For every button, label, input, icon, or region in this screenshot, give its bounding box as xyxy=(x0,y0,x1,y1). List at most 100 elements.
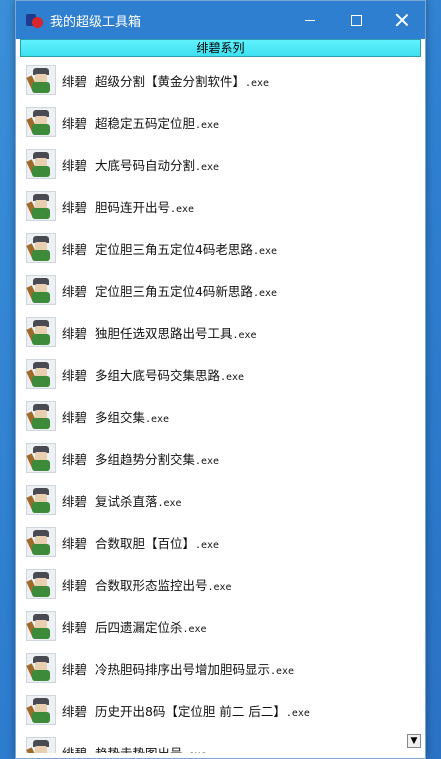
list-item[interactable]: 绯碧 复试杀直落.exe xyxy=(20,479,421,521)
item-prefix: 绯碧 xyxy=(62,367,88,383)
item-prefix: 绯碧 xyxy=(62,661,88,677)
program-icon xyxy=(26,233,56,263)
program-icon xyxy=(26,569,56,599)
program-icon xyxy=(26,317,56,347)
item-name: 大底号码自动分割 xyxy=(94,157,195,173)
list-item[interactable]: 绯碧 历史开出8码【定位胆 前二 后二】.exe xyxy=(20,689,421,731)
item-ext: .exe xyxy=(232,329,257,341)
item-ext: .exe xyxy=(252,245,278,257)
list-item[interactable]: 绯碧 趋势走势图出号.exe xyxy=(20,731,421,753)
program-icon xyxy=(26,107,56,137)
item-prefix: 绯碧 xyxy=(62,535,88,551)
item-prefix: 绯碧 xyxy=(62,157,88,173)
item-ext: .exe xyxy=(194,539,220,551)
item-ext: .exe xyxy=(207,581,232,593)
item-ext: .exe xyxy=(182,623,207,635)
item-name: 合数取胆【百位】 xyxy=(94,535,195,551)
minimize-icon xyxy=(305,19,315,21)
item-ext: .exe xyxy=(285,707,310,719)
item-name: 历史开出8码【定位胆 前二 后二】 xyxy=(94,703,286,719)
list-item[interactable]: 绯碧 大底号码自动分割.exe xyxy=(20,143,421,185)
list-item[interactable]: 绯碧 多组趋势分割交集.exe xyxy=(20,437,421,479)
item-prefix: 绯碧 xyxy=(62,325,88,341)
tab-feibi-series[interactable]: 绯碧系列 xyxy=(20,39,421,57)
list-item[interactable]: 绯碧 超级分割【黄金分割软件】.exe xyxy=(20,59,421,101)
title-bar[interactable]: 我的超级工具箱 xyxy=(16,1,425,39)
chevron-down-icon: ▼ xyxy=(410,736,418,746)
list-item[interactable]: 绯碧 冷热胆码排序出号增加胆码显示.exe xyxy=(20,647,421,689)
list-item-label: 绯碧 独胆任选双思路出号工具.exe xyxy=(62,323,257,342)
item-name: 胆码连开出号 xyxy=(94,199,170,215)
item-ext: .exe xyxy=(169,203,195,215)
list-item-label: 绯碧 超稳定五码定位胆.exe xyxy=(62,113,219,132)
minimize-button[interactable] xyxy=(287,1,333,39)
list-item-label: 绯碧 合数取形态监控出号.exe xyxy=(62,575,232,594)
item-name: 多组交集 xyxy=(94,409,145,425)
list-item[interactable]: 绯碧 多组交集.exe xyxy=(20,395,421,437)
list-item[interactable]: 绯碧 合数取胆【百位】.exe xyxy=(20,521,421,563)
item-ext: .exe xyxy=(252,287,278,299)
program-icon xyxy=(26,149,56,179)
item-name: 复试杀直落 xyxy=(94,493,158,509)
item-name: 超级分割【黄金分割软件】 xyxy=(94,73,245,89)
item-name: 多组大底号码交集思路 xyxy=(94,367,220,383)
list-item-label: 绯碧 定位胆三角五定位4码新思路.exe xyxy=(62,281,277,300)
list-item-label: 绯碧 多组趋势分割交集.exe xyxy=(62,449,219,468)
list-item-label: 绯碧 冷热胆码排序出号增加胆码显示.exe xyxy=(62,659,294,678)
item-ext: .exe xyxy=(157,497,182,509)
scroll-down-button[interactable]: ▼ xyxy=(407,734,421,748)
list-item[interactable]: 绯碧 超稳定五码定位胆.exe xyxy=(20,101,421,143)
maximize-icon xyxy=(350,14,362,26)
item-prefix: 绯碧 xyxy=(62,451,88,467)
list-item[interactable]: 绯碧 定位胆三角五定位4码新思路.exe xyxy=(20,269,421,311)
item-name: 独胆任选双思路出号工具 xyxy=(94,325,233,341)
program-icon xyxy=(26,65,56,95)
item-prefix: 绯碧 xyxy=(62,73,88,89)
list-item[interactable]: 绯碧 胆码连开出号.exe xyxy=(20,185,421,227)
window-title: 我的超级工具箱 xyxy=(50,14,142,30)
item-name: 后四遗漏定位杀 xyxy=(94,619,183,635)
program-icon xyxy=(26,359,56,389)
list-item[interactable]: 绯碧 定位胆三角五定位4码老思路.exe xyxy=(20,227,421,269)
maximize-button[interactable] xyxy=(333,1,379,39)
item-name: 超稳定五码定位胆 xyxy=(94,115,195,131)
item-prefix: 绯碧 xyxy=(62,115,88,131)
program-icon xyxy=(26,611,56,641)
item-prefix: 绯碧 xyxy=(62,241,88,257)
program-icon xyxy=(26,443,56,473)
list-item-label: 绯碧 定位胆三角五定位4码老思路.exe xyxy=(62,239,277,258)
list-item[interactable]: 绯碧 合数取形态监控出号.exe xyxy=(20,563,421,605)
program-list: 绯碧 超级分割【黄金分割软件】.exe 绯碧 超稳定五码定位胆.exe 绯碧 大底号… xyxy=(20,59,421,753)
list-item-label: 绯碧 胆码连开出号.exe xyxy=(62,197,194,216)
list-item[interactable]: 绯碧 后四遗漏定位杀.exe xyxy=(20,605,421,647)
list-item-label: 绯碧 超级分割【黄金分割软件】.exe xyxy=(62,71,269,90)
program-icon xyxy=(26,191,56,221)
item-ext: .exe xyxy=(194,161,220,173)
program-icon xyxy=(26,275,56,305)
list-item-label: 绯碧 复试杀直落.exe xyxy=(62,491,182,510)
list-item[interactable]: 绯碧 多组大底号码交集思路.exe xyxy=(20,353,421,395)
list-item-label: 绯碧 趋势走势图出号.exe xyxy=(62,743,207,754)
program-icon xyxy=(26,485,56,515)
item-prefix: 绯碧 xyxy=(62,199,88,215)
item-ext: .exe xyxy=(182,750,206,754)
item-prefix: 绯碧 xyxy=(62,577,88,593)
list-item-label: 绯碧 大底号码自动分割.exe xyxy=(62,155,219,174)
item-name: 定位胆三角五定位4码老思路 xyxy=(94,241,253,257)
program-icon xyxy=(26,401,56,431)
item-ext: .exe xyxy=(144,413,170,425)
item-ext: .exe xyxy=(269,665,295,677)
app-window: 我的超级工具箱 绯碧系列 绯碧 超级分割【黄金分割软件】.exe 绯碧 超稳定五码… xyxy=(15,0,426,759)
list-item-label: 绯碧 多组大底号码交集思路.exe xyxy=(62,365,244,384)
item-prefix: 绯碧 xyxy=(62,409,88,425)
item-ext: .exe xyxy=(194,455,220,467)
close-button[interactable] xyxy=(379,1,425,39)
list-item-label: 绯碧 多组交集.exe xyxy=(62,407,169,426)
item-name: 多组趋势分割交集 xyxy=(94,451,195,467)
program-icon xyxy=(26,653,56,683)
list-item[interactable]: 绯碧 独胆任选双思路出号工具.exe xyxy=(20,311,421,353)
list-item-label: 绯碧 合数取胆【百位】.exe xyxy=(62,533,219,552)
item-name: 冷热胆码排序出号增加胆码显示 xyxy=(94,661,270,677)
item-name: 趋势走势图出号 xyxy=(94,745,183,754)
list-item-label: 绯碧 后四遗漏定位杀.exe xyxy=(62,617,207,636)
